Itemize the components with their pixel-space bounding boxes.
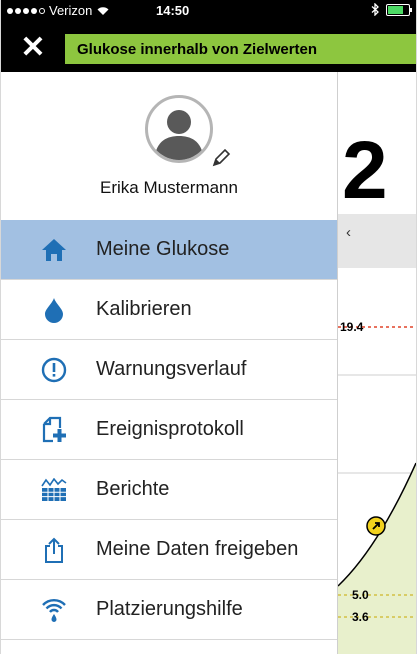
profile-section[interactable]: Erika Mustermann bbox=[1, 72, 337, 220]
glucose-area bbox=[338, 463, 416, 654]
trend-navbar[interactable]: ‹ bbox=[338, 214, 416, 268]
back-chevron-icon[interactable]: ‹ bbox=[346, 224, 351, 241]
high-alert-value: 19.4 bbox=[340, 320, 364, 334]
close-menu-button[interactable]: ✕ bbox=[1, 22, 65, 72]
menu-item-label: Platzierungshilfe bbox=[96, 598, 243, 620]
trend-arrow-icon bbox=[366, 516, 386, 536]
menu-list: Meine Glukose Kalibrieren Warnungsverlau… bbox=[1, 220, 337, 640]
user-name: Erika Mustermann bbox=[100, 178, 238, 197]
report-icon bbox=[34, 474, 74, 506]
home-icon bbox=[34, 234, 74, 266]
menu-item-label: Berichte bbox=[96, 478, 170, 500]
alert-circle-icon bbox=[34, 354, 74, 386]
menu-item-my-glucose[interactable]: Meine Glukose bbox=[1, 220, 337, 280]
menu-item-label: Meine Daten freigeben bbox=[96, 538, 299, 560]
glucose-screen-peek: 2 ‹ 19.4 5.0 3.6 bbox=[338, 72, 416, 654]
avatar[interactable] bbox=[145, 95, 213, 163]
status-time: 14:50 bbox=[156, 3, 190, 18]
menu-item-label: Meine Glukose bbox=[96, 238, 230, 260]
share-icon bbox=[34, 534, 74, 566]
menu-item-placement-guide[interactable]: Platzierungshilfe bbox=[1, 580, 337, 640]
menu-item-share-data[interactable]: Meine Daten freigeben bbox=[1, 520, 337, 580]
signal-strength-icon bbox=[7, 7, 45, 14]
menu-item-label: Ereignisprotokoll bbox=[96, 418, 244, 440]
drop-icon bbox=[34, 294, 74, 326]
bluetooth-icon bbox=[371, 3, 379, 16]
menu-item-reports[interactable]: Berichte bbox=[1, 460, 337, 520]
menu-item-alert-history[interactable]: Warnungsverlauf bbox=[1, 340, 337, 400]
battery-icon bbox=[386, 3, 412, 16]
glucose-status-banner: Glukose innerhalb von Zielwerten bbox=[65, 34, 416, 64]
wifi-icon bbox=[97, 7, 109, 15]
close-icon: ✕ bbox=[20, 30, 46, 64]
carrier-label: Verizon bbox=[49, 3, 93, 18]
menu-item-label: Warnungsverlauf bbox=[96, 358, 247, 380]
target-lower-value: 3.6 bbox=[352, 610, 369, 624]
app-frame: Verizon 14:50 ✕ Glukose innerhalb von Zi… bbox=[0, 0, 417, 654]
banner-text: Glukose innerhalb von Zielwerten bbox=[77, 40, 318, 58]
app-header: ✕ Glukose innerhalb von Zielwerten bbox=[1, 22, 416, 72]
target-upper-value: 5.0 bbox=[352, 588, 369, 602]
add-document-icon bbox=[34, 414, 74, 446]
signal-icon bbox=[34, 594, 74, 626]
status-right bbox=[371, 3, 412, 16]
glucose-value: 2 bbox=[342, 125, 388, 216]
menu-item-label: Kalibrieren bbox=[96, 298, 192, 320]
user-silhouette-icon bbox=[154, 110, 204, 160]
menu-item-event-log[interactable]: Ereignisprotokoll bbox=[1, 400, 337, 460]
side-menu-drawer: Erika Mustermann Meine Glukose Kalibrier… bbox=[1, 72, 338, 654]
menu-item-calibrate[interactable]: Kalibrieren bbox=[1, 280, 337, 340]
signal-carrier: Verizon bbox=[7, 3, 110, 18]
status-bar: Verizon 14:50 bbox=[1, 0, 416, 22]
edit-pencil-icon[interactable] bbox=[210, 147, 232, 169]
